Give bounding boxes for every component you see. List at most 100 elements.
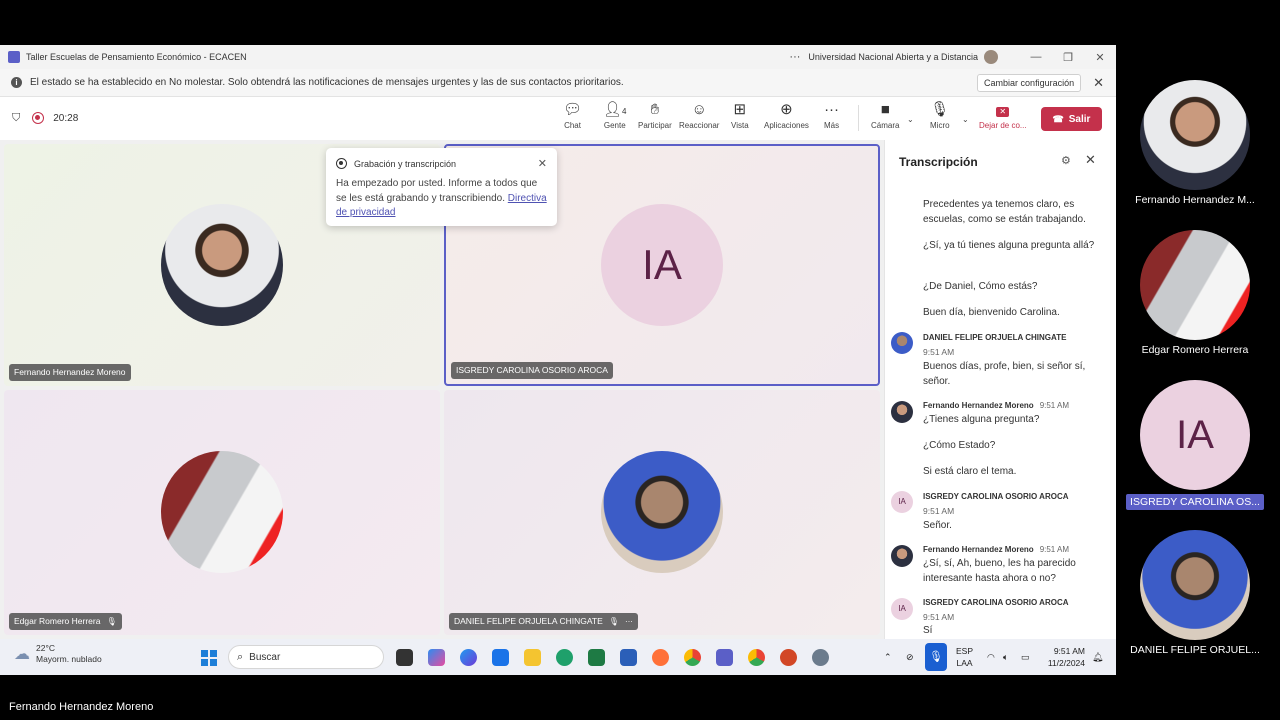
gear-icon[interactable]: ⚙ bbox=[1061, 154, 1071, 167]
hang-up-icon: ☎︎ bbox=[1052, 113, 1064, 124]
transcript-line: ¿Sí, sí, Ah, bueno, les ha parecido inte… bbox=[923, 558, 1076, 584]
close-window-button[interactable]: ✕ bbox=[1084, 51, 1116, 64]
transcript-line: Sí bbox=[923, 625, 933, 636]
dnd-banner: i El estado se ha establecido en No mole… bbox=[0, 69, 1116, 97]
stop-sharing-label: Dejar de co... bbox=[979, 121, 1027, 130]
tray-chevron-icon[interactable]: ⌃ bbox=[884, 639, 892, 675]
chrome-icon[interactable] bbox=[684, 649, 701, 666]
transcript-line: Señor. bbox=[923, 520, 952, 531]
windows-start-icon[interactable] bbox=[201, 650, 217, 666]
teams-icon[interactable] bbox=[716, 649, 733, 666]
task-view-icon[interactable] bbox=[396, 649, 413, 666]
windows-taskbar: ☁ 22°C Mayorm. nublado ⌕ Buscar ⌃ ⊘ 🎙︎ ESP… bbox=[0, 639, 1116, 675]
weather-widget[interactable]: ☁ 22°C Mayorm. nublado bbox=[14, 643, 102, 665]
transcript-line: Si está claro el tema. bbox=[923, 466, 1017, 477]
restore-button[interactable]: ❐ bbox=[1052, 51, 1084, 64]
active-mic-icon[interactable]: 🎙︎ bbox=[925, 643, 947, 671]
hand-icon: ✋︎ bbox=[650, 101, 660, 118]
raise-hand-button[interactable]: ✋︎ Participar bbox=[638, 101, 672, 130]
account-avatar[interactable] bbox=[984, 50, 998, 64]
organization-name: Universidad Nacional Abierta y a Distanc… bbox=[808, 52, 978, 62]
close-banner-icon[interactable]: ✕ bbox=[1093, 75, 1104, 91]
camera-options-chevron-icon[interactable]: ⌄ bbox=[907, 115, 914, 124]
more-label: Más bbox=[824, 121, 840, 130]
word-icon[interactable] bbox=[620, 649, 637, 666]
chrome-profile-icon[interactable] bbox=[748, 649, 765, 666]
speaker-name: Fernando Hernandez Moreno bbox=[923, 401, 1034, 410]
excel-icon[interactable] bbox=[588, 649, 605, 666]
system-clock[interactable]: 9:51 AM 11/2/2024 bbox=[1043, 645, 1085, 669]
language-code: ESP bbox=[956, 646, 974, 656]
volume-icon[interactable]: 🔈︎ bbox=[1003, 639, 1008, 675]
view-button[interactable]: ⊞ Vista bbox=[731, 101, 749, 130]
participant-name: Edgar Romero Herrera 🎙︎ bbox=[9, 613, 122, 630]
speaker-row: Fernando Hernandez Moreno 9:51 AM bbox=[923, 545, 1069, 554]
camera-button[interactable]: ■ Cámara bbox=[871, 101, 899, 130]
participant-tile-daniel[interactable]: DANIEL FELIPE ORJUELA CHINGATE 🎙︎ ··· bbox=[444, 390, 880, 635]
participant-avatar bbox=[161, 204, 283, 326]
react-label: Reaccionar bbox=[679, 121, 720, 130]
transcript-line: ¿Cómo Estado? bbox=[923, 440, 996, 451]
react-button[interactable]: ☺ Reaccionar bbox=[679, 101, 719, 130]
copilot-icon[interactable] bbox=[428, 649, 445, 666]
apps-button[interactable]: ⊕ Aplicaciones bbox=[764, 101, 809, 130]
mic-options-chevron-icon[interactable]: ⌄ bbox=[962, 115, 969, 124]
settings-icon[interactable] bbox=[812, 649, 829, 666]
wifi-icon[interactable]: ◠ bbox=[987, 639, 995, 675]
change-settings-button[interactable]: Cambiar configuración bbox=[977, 73, 1082, 92]
speaker-time: 9:51 AM bbox=[1039, 545, 1070, 554]
powerpoint-icon[interactable] bbox=[780, 649, 797, 666]
speaker-name: Fernando Hernandez Moreno bbox=[923, 545, 1034, 554]
screen: Taller Escuelas de Pensamiento Económico… bbox=[0, 0, 1280, 720]
more-options-icon[interactable]: ··· bbox=[789, 51, 800, 63]
side-participant-daniel: DANIEL FELIPE ORJUEL... bbox=[1124, 530, 1266, 656]
language-indicator[interactable]: ESP LAA bbox=[956, 645, 973, 669]
ellipsis-icon: ··· bbox=[824, 101, 840, 118]
close-panel-icon[interactable]: ✕ bbox=[1085, 152, 1096, 168]
cloud-icon: ☁ bbox=[14, 646, 30, 663]
shield-icon[interactable]: ⛉ bbox=[12, 112, 20, 125]
clock-date: 11/2/2024 bbox=[1047, 658, 1085, 668]
speaker-name: DANIEL FELIPE ORJUELA CHINGATE bbox=[923, 333, 1067, 342]
stop-sharing-button[interactable]: ✕ Dejar de co... bbox=[979, 101, 1027, 130]
speaker-name: ISGREDY CAROLINA OSORIO AROCA bbox=[923, 598, 1069, 607]
speaker-time: 9:51 AM bbox=[923, 506, 955, 516]
side-name: ISGREDY CAROLINA OS... bbox=[1126, 494, 1264, 510]
battery-icon[interactable]: ▭ bbox=[1021, 639, 1030, 675]
chat-button[interactable]: 💬︎ Chat bbox=[563, 101, 582, 130]
speaker-name: ISGREDY CAROLINA OSORIO AROCA bbox=[923, 492, 1069, 501]
network-off-icon[interactable]: ⊘ bbox=[906, 639, 914, 675]
side-initials-avatar: IA bbox=[1140, 380, 1250, 490]
camera-off-icon: ■ bbox=[880, 101, 890, 118]
people-label: Gente bbox=[603, 121, 626, 130]
transcript-line: Buen día, bienvenido Carolina. bbox=[923, 307, 1060, 318]
edge-browser-icon[interactable] bbox=[556, 649, 573, 666]
close-popup-icon[interactable]: ✕ bbox=[538, 157, 547, 170]
notification-icon[interactable]: 🔔︎ bbox=[1092, 639, 1103, 675]
side-participant-edgar: Edgar Romero Herrera bbox=[1124, 230, 1266, 356]
file-explorer-icon[interactable] bbox=[524, 649, 541, 666]
speaker-initials-avatar: IA bbox=[891, 598, 913, 620]
chat-icon: 💬︎ bbox=[563, 101, 583, 118]
edge-icon[interactable] bbox=[460, 649, 477, 666]
recording-icon bbox=[336, 158, 347, 169]
participant-avatar bbox=[601, 451, 723, 573]
speaker-avatar bbox=[891, 545, 913, 567]
leave-button[interactable]: ☎︎ Salir bbox=[1041, 107, 1102, 131]
taskbar-search[interactable]: ⌕ Buscar bbox=[228, 645, 384, 669]
tile-more-icon[interactable]: ··· bbox=[625, 617, 633, 626]
search-placeholder: Buscar bbox=[249, 651, 281, 663]
participant-tile-edgar[interactable]: Edgar Romero Herrera 🎙︎ bbox=[4, 390, 440, 635]
minimize-button[interactable]: — bbox=[1020, 51, 1052, 63]
firefox-icon[interactable] bbox=[652, 649, 669, 666]
speaker-time: 9:51 AM bbox=[1039, 401, 1070, 410]
more-button[interactable]: ··· Más bbox=[824, 101, 839, 130]
participant-name-text: DANIEL FELIPE ORJUELA CHINGATE bbox=[454, 616, 603, 626]
people-button[interactable]: 👤︎4 Gente bbox=[603, 101, 627, 130]
temperature: 22°C bbox=[36, 643, 55, 653]
mic-label: Micro bbox=[930, 121, 950, 130]
side-avatar bbox=[1140, 530, 1250, 640]
store-icon[interactable] bbox=[492, 649, 509, 666]
mic-button[interactable]: 🎙︎ Micro bbox=[930, 101, 950, 130]
banner-message: El estado se ha establecido en No molest… bbox=[30, 77, 624, 88]
